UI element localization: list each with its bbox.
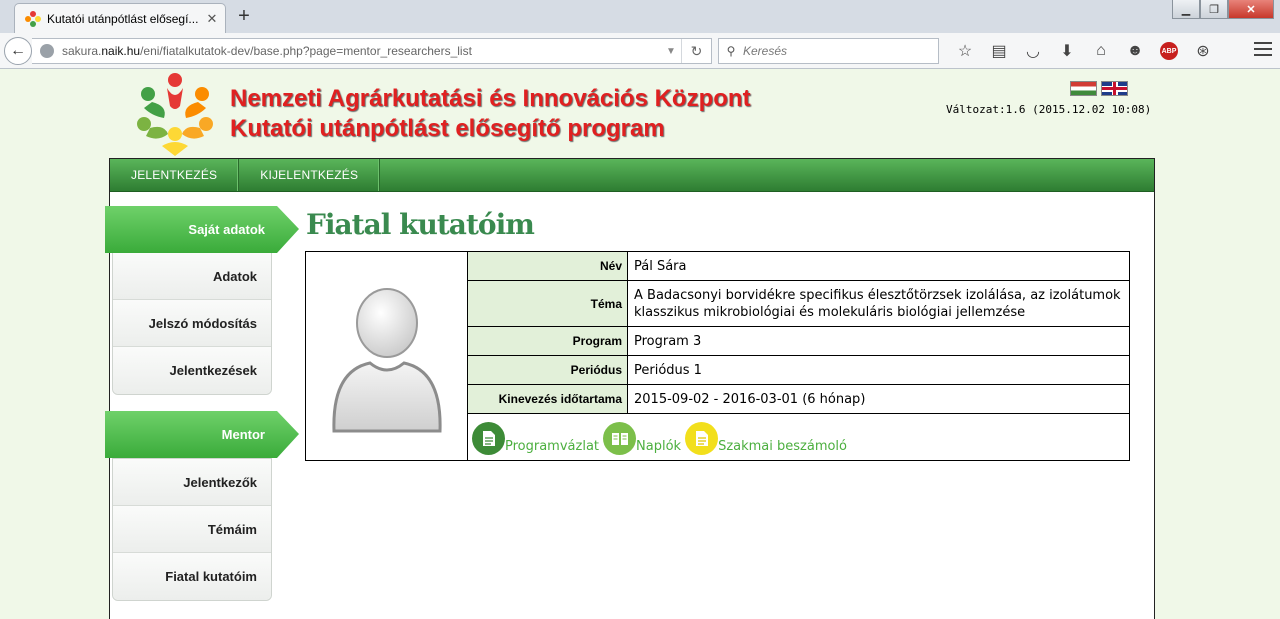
sidebar-header-sajat-adatok[interactable]: Saját adatok — [105, 206, 299, 253]
sidebar-item-jelentkezok[interactable]: Jelentkezők — [113, 459, 271, 506]
download-icon[interactable]: ⬇ — [1050, 40, 1084, 62]
url-bar[interactable]: sakura.naik.hu/eni/fiatalkutatok-dev/bas… — [32, 38, 712, 64]
action-label[interactable]: Naplók — [636, 439, 681, 454]
search-icon: ⚲ — [726, 44, 736, 58]
bookmark-star-icon[interactable]: ☆ — [948, 40, 982, 62]
report-icon[interactable] — [685, 422, 719, 455]
english-flag-icon[interactable] — [1101, 81, 1128, 96]
window-close-button[interactable]: ✕ — [1228, 0, 1274, 19]
sidebar-list-sajat-adatok: Adatok Jelszó módosítás Jelentkezések — [112, 252, 272, 395]
reading-list-icon[interactable]: ▤ — [982, 40, 1016, 62]
info-row-nev: Név Pál Sára — [468, 252, 1129, 281]
menu-hamburger-icon[interactable] — [1254, 42, 1272, 60]
naik-logo-icon — [137, 73, 213, 156]
sidebar-header-mentor[interactable]: Mentor — [105, 411, 299, 458]
main-menu: JELENTKEZÉS KIJELENTKEZÉS — [110, 159, 1154, 192]
back-button[interactable]: ← — [4, 37, 32, 65]
reload-icon[interactable]: ↻ — [681, 39, 711, 63]
version-label: Változat:1.6 (2015.12.02 10:08) — [946, 103, 1152, 116]
page-content: Nemzeti Agrárkutatási és Innovációs Közp… — [0, 70, 1280, 619]
window-controls: ▁ ❐ ✕ — [1172, 0, 1274, 19]
extension-icon[interactable]: ⊛ — [1186, 40, 1220, 62]
page-title: Fiatal kutatóim — [306, 208, 535, 241]
info-value-kinevezes: 2015-09-02 - 2016-03-01 (6 hónap) — [634, 391, 866, 407]
info-label: Téma — [468, 281, 628, 326]
adblock-icon[interactable]: ABP — [1160, 42, 1178, 60]
info-label: Periódus — [468, 356, 628, 384]
info-row-program: Program Program 3 — [468, 327, 1129, 356]
site-title-line2: Kutatói utánpótlást elősegítő program — [230, 115, 665, 142]
globe-icon — [40, 44, 54, 58]
programvazlat-link[interactable]: Programvázlat — [472, 422, 599, 455]
back-arrow-icon: ← — [10, 42, 26, 59]
info-row-kinevezes: Kinevezés időtartama 2015-09-02 - 2016-0… — [468, 385, 1129, 414]
sidebar-item-temaim[interactable]: Témáim — [113, 506, 271, 553]
sidebar-item-jelszo-modositas[interactable]: Jelszó módosítás — [113, 300, 271, 347]
home-icon[interactable]: ⌂ — [1084, 40, 1118, 62]
url-text[interactable]: sakura.naik.hu/eni/fiatalkutatok-dev/bas… — [62, 44, 661, 58]
info-label: Név — [468, 252, 628, 280]
tab-close-icon[interactable]: ✕ — [203, 11, 221, 27]
browser-tab[interactable]: Kutatói utánpótlást elősegí... ✕ — [14, 3, 226, 33]
new-tab-button[interactable]: + — [234, 6, 254, 26]
info-row-periodus: Periódus Periódus 1 — [468, 356, 1129, 385]
sidebar-item-jelentkezesek[interactable]: Jelentkezések — [113, 347, 271, 394]
action-label[interactable]: Programvázlat — [505, 439, 599, 454]
researcher-info: Név Pál Sára Téma A Badacsonyi borvidékr… — [468, 252, 1129, 460]
tab-title: Kutatói utánpótlást elősegí... — [47, 11, 199, 26]
info-label: Kinevezés időtartama — [468, 385, 628, 413]
pocket-icon[interactable]: ◡ — [1016, 40, 1050, 62]
document-icon[interactable] — [472, 422, 505, 455]
language-flags — [1070, 81, 1132, 96]
avatar-cell — [306, 252, 468, 460]
action-label[interactable]: Szakmai beszámoló — [718, 439, 847, 454]
info-value-nev: Pál Sára — [634, 258, 687, 274]
restore-button[interactable]: ❐ — [1200, 0, 1228, 19]
favicon-icon — [25, 10, 41, 27]
site-title-line1: Nemzeti Agrárkutatási és Innovációs Közp… — [230, 85, 751, 112]
info-row-tema: Téma A Badacsonyi borvidékre specifikus … — [468, 281, 1129, 327]
minimize-button[interactable]: ▁ — [1172, 0, 1200, 19]
szakmai-beszamolo-link[interactable]: Szakmai beszámoló — [685, 422, 847, 455]
researcher-actions: Programvázlat Naplók Szakmai beszámoló — [468, 414, 1129, 460]
avatar-icon — [331, 288, 442, 433]
hungarian-flag-icon[interactable] — [1070, 81, 1097, 96]
smiley-icon[interactable]: ☻ — [1118, 40, 1152, 62]
info-value-tema: A Badacsonyi borvidékre specifikus élesz… — [634, 287, 1121, 320]
search-placeholder: Keresés — [743, 44, 788, 58]
naplok-link[interactable]: Naplók — [603, 422, 681, 455]
url-dropdown-icon[interactable]: ▼ — [661, 46, 681, 57]
info-value-periodus: Periódus 1 — [634, 362, 702, 378]
sidebar-item-adatok[interactable]: Adatok — [113, 253, 271, 300]
researcher-card: Név Pál Sára Téma A Badacsonyi borvidékr… — [305, 251, 1130, 461]
sidebar-list-mentor: Jelentkezők Témáim Fiatal kutatóim — [112, 458, 272, 601]
browser-navbar: sakura.naik.hu/eni/fiatalkutatok-dev/bas… — [0, 33, 1280, 69]
menu-item-kijelentkezes[interactable]: KIJELENTKEZÉS — [239, 159, 381, 191]
book-icon[interactable] — [603, 422, 637, 455]
sidebar-item-fiatal-kutatoim[interactable]: Fiatal kutatóim — [113, 553, 271, 600]
info-value-program: Program 3 — [634, 333, 702, 349]
menu-item-jelentkezes[interactable]: JELENTKEZÉS — [110, 159, 240, 191]
browser-titlebar: Kutatói utánpótlást elősegí... ✕ + ▁ ❐ ✕ — [0, 0, 1280, 33]
toolbar-icons: ☆ ▤ ◡ ⬇ ⌂ ☻ ABP ⊛ — [948, 40, 1220, 62]
search-input[interactable]: ⚲ Keresés — [718, 38, 939, 64]
info-label: Program — [468, 327, 628, 355]
